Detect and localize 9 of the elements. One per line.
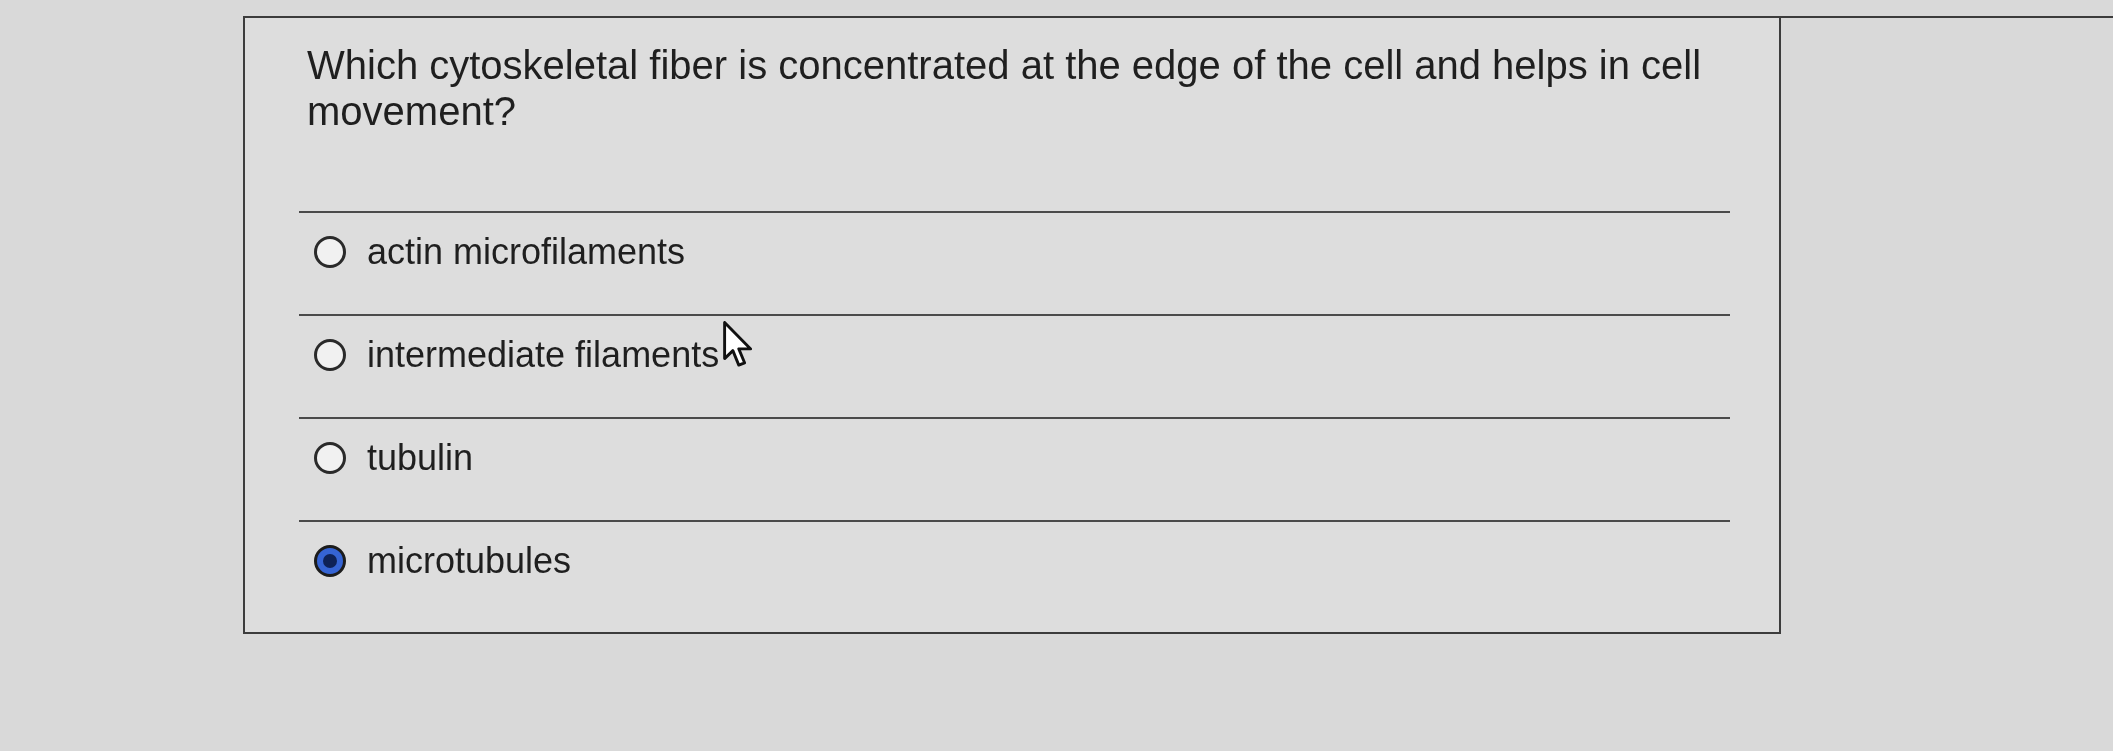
option-label[interactable]: microtubules	[367, 541, 572, 581]
radio-button[interactable]	[314, 236, 346, 268]
option-label[interactable]: intermediate filaments	[367, 335, 720, 375]
option-label[interactable]: tubulin	[367, 438, 474, 478]
radio-button[interactable]	[314, 442, 346, 474]
question-text: Which cytoskeletal fiber is concentrated at the edge of the cell and helps in cell movement?	[307, 42, 1703, 134]
option-label[interactable]: actin microfilaments	[367, 232, 686, 272]
radio-button[interactable]	[314, 339, 346, 371]
radio-button[interactable]	[314, 545, 346, 577]
